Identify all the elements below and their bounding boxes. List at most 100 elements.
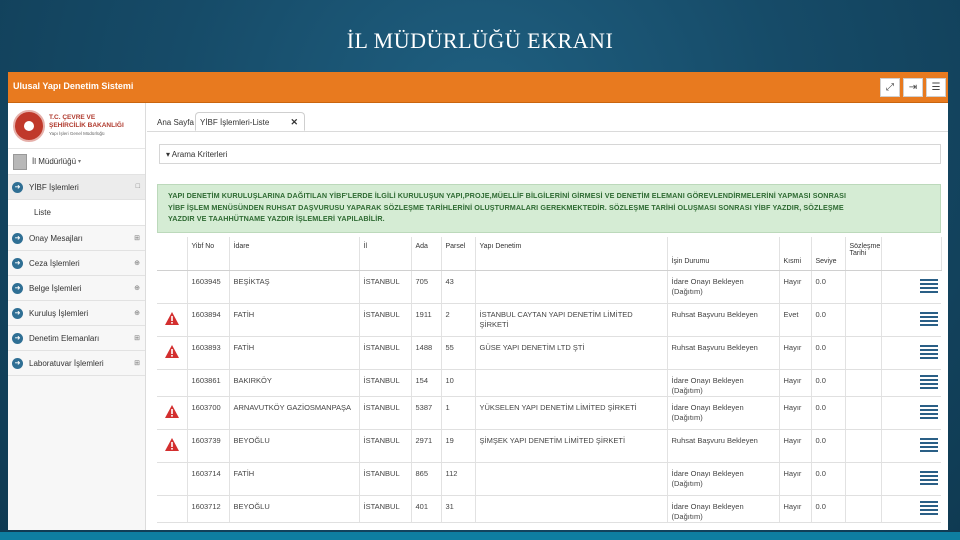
cell-isin-durumu: Ruhsat Başvuru Bekleyen [667,429,780,463]
cell-parsel: 2 [441,303,476,337]
header-parsel[interactable]: Parsel [441,237,476,271]
cell-sozlesme-tarihi [845,429,882,463]
row-menu-icon[interactable] [920,470,938,485]
header-warning [157,237,188,271]
search-criteria-label: Arama Kriterleri [171,150,228,159]
ministry-seal-icon [13,109,45,142]
row-menu-icon[interactable] [920,344,938,359]
sidebar-item-yibf[interactable]: ➜ YİBF İşlemleri □ [8,175,145,200]
header-isin-durumu[interactable]: İşin Durumu [667,237,780,271]
sidebar-item-denetim[interactable]: ➜ Denetim Elemanları ⊞ [8,326,145,351]
cell-idare: FATİH [229,336,360,370]
cell-isin-durumu: İdare Onayı Bekleyen (Dağıtım) [667,462,780,496]
cell-seviye: 0.0 [811,336,846,370]
header-sozlesme-tarihi[interactable]: Sözleşme Tarihi [845,237,882,271]
cell-yibf-no: 1603712 [187,495,230,523]
header-il[interactable]: İl [359,237,412,271]
row-menu-icon[interactable] [920,500,938,515]
user-menu[interactable]: İl Müdürlüğü ▾ [8,149,145,175]
row-menu-icon[interactable] [920,311,938,326]
header-ada[interactable]: Ada [411,237,442,271]
yibf-table: Yibf No İdare İl Ada Parsel Yapı Denetim… [157,237,942,523]
avatar [13,153,27,170]
sidebar-item-label: Denetim Elemanları [29,333,100,343]
sidebar-item-belge[interactable]: ➜ Belge İşlemleri ⊕ [8,276,145,301]
info-notice: YAPI DENETİM KURULUŞLARINA DAĞITILAN YİB… [157,184,941,233]
cell-sozlesme-tarihi [845,303,882,337]
chevron-down-icon: ▾ [78,159,82,165]
header-kismi[interactable]: Kısmi [779,237,812,271]
cell-yibf-no: 1603893 [187,336,230,370]
cell-yibf-no: 1603861 [187,369,230,397]
ministry-logo: T.C. ÇEVRE VE ŞEHİRCİLİK BAKANLIĞI Yapı … [8,103,145,149]
table-row[interactable]: 1603893 FATİH İSTANBUL 1488 55 GÜSE YAPI DENE… [157,336,941,370]
warning-icon [164,344,179,358]
sidebar-item-label: Onay Mesajları [29,233,83,243]
row-menu-icon[interactable] [920,404,938,419]
table-row[interactable]: 1603894 FATİH İSTANBUL 1911 2 İSTANBUL CAYTAN… [157,303,941,337]
logo-line-3: Yapı İşleri Genel Müdürlüğü [49,131,105,136]
cell-isin-durumu: Ruhsat Başvuru Bekleyen [667,303,780,337]
cell-actions [881,369,941,397]
cell-sozlesme-tarihi [845,369,882,397]
cell-seviye: 0.0 [811,462,846,496]
cell-parsel: 112 [441,462,476,496]
cell-warning [157,369,188,397]
cell-il: İSTANBUL [359,429,412,463]
cell-parsel: 31 [441,495,476,523]
expand-icon[interactable]: ⤢ [880,78,900,97]
sidebar-item-label: Belge İşlemleri [29,283,82,293]
table-row[interactable]: 1603712 BEYOĞLU İSTANBUL 401 31 İdare Onayı B… [157,495,941,523]
sidebar-item-onay[interactable]: ➜ Onay Mesajları ⊞ [8,226,145,251]
cell-seviye: 0.0 [811,303,846,337]
logout-icon[interactable]: ⇥ [903,78,923,97]
search-criteria-panel[interactable]: ▾ Arama Kriterleri [159,144,941,164]
expand-toggle-icon: ⊕ [134,310,140,317]
cell-idare: FATİH [229,462,360,496]
sidebar-item-kurulus[interactable]: ➜ Kuruluş İşlemleri ⊕ [8,301,145,326]
sidebar-item-label: Kuruluş İşlemleri [29,308,89,318]
app-window: Ulusal Yapı Denetim Sistemi ⤢ ⇥ ☰ T.C. Ç… [8,72,948,530]
cell-isin-durumu: İdare Onayı Bekleyen (Dağıtım) [667,270,780,304]
chevron-down-icon: ▾ [166,150,171,159]
header-yibf-no[interactable]: Yibf No [187,237,230,271]
top-icons: ⤢ ⇥ ☰ [880,78,946,97]
cell-actions [881,270,941,304]
header-yapi-denetim[interactable]: Yapı Denetim [475,237,668,271]
row-menu-icon[interactable] [920,437,938,452]
sidebar-item-liste[interactable]: Liste [8,200,145,226]
cell-sozlesme-tarihi [845,336,882,370]
tab-bar: Ana Sayfa YİBF İşlemleri-Liste ✕ [147,103,948,132]
table-row[interactable]: 1603739 BEYOĞLU İSTANBUL 2971 19 ŞİMŞEK YAPI … [157,429,941,463]
header-idare[interactable]: İdare [229,237,360,271]
cell-isin-durumu: İdare Onayı Bekleyen (Dağıtım) [667,369,780,397]
row-menu-icon[interactable] [920,374,938,389]
cell-warning [157,270,188,304]
sidebar-item-label: Ceza İşlemleri [29,258,80,268]
sidebar-item-laboratuvar[interactable]: ➜ Laboratuvar İşlemleri ⊞ [8,351,145,376]
table-row[interactable]: 1603861 BAKIRKÖY İSTANBUL 154 10 İdare Onayı … [157,369,941,397]
sidebar-item-ceza[interactable]: ➜ Ceza İşlemleri ⊕ [8,251,145,276]
table-row[interactable]: 1603714 FATİH İSTANBUL 865 112 İdare Onayı Be… [157,462,941,496]
close-icon[interactable]: ✕ [290,117,298,128]
header-seviye[interactable]: Seviye [811,237,846,271]
arrow-right-icon: ➜ [12,282,23,294]
expand-toggle-icon: ⊞ [134,335,140,342]
table-row[interactable]: 1603945 BEŞİKTAŞ İSTANBUL 705 43 İdare Onayı … [157,270,941,304]
cell-ada: 5387 [411,396,442,430]
cell-il: İSTANBUL [359,495,412,523]
expand-toggle-icon: ⊕ [134,285,140,292]
tab-yibf-list[interactable]: YİBF İşlemleri-Liste ✕ [195,112,305,131]
cell-isin-durumu: Ruhsat Başvuru Bekleyen [667,336,780,370]
row-menu-icon[interactable] [920,278,938,293]
menu-icon[interactable]: ☰ [926,78,946,97]
table-row[interactable]: 1603700 ARNAVUTKÖY GAZİOSMANPAŞA İSTANBUL 5… [157,396,941,430]
cell-actions [881,396,941,430]
cell-seviye: 0.0 [811,429,846,463]
cell-yibf-no: 1603700 [187,396,230,430]
cell-kismi: Evet [779,303,812,337]
cell-isin-durumu: İdare Onayı Bekleyen (Dağıtım) [667,396,780,430]
tab-home[interactable]: Ana Sayfa [153,113,198,132]
cell-actions [881,429,941,463]
cell-kismi: Hayır [779,369,812,397]
